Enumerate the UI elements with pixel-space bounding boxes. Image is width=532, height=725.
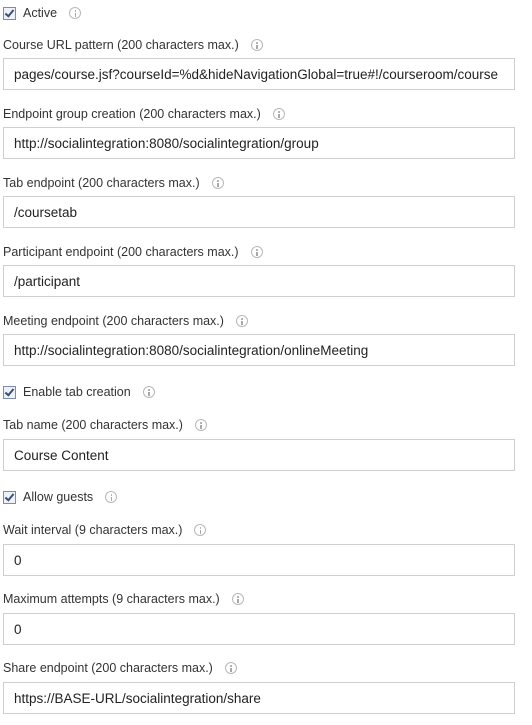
enable-tab-creation-info-icon[interactable]	[142, 386, 155, 398]
endpoint-group-creation-label: Endpoint group creation (200 characters …	[3, 107, 261, 121]
tab-endpoint-row: Tab endpoint (200 characters max.)	[3, 174, 224, 192]
share-endpoint-input[interactable]	[3, 682, 515, 714]
participant-endpoint-row: Participant endpoint (200 characters max…	[3, 243, 263, 261]
participant-endpoint-info-icon[interactable]	[250, 246, 263, 258]
course-url-pattern-label: Course URL pattern (200 characters max.)	[3, 38, 239, 52]
allow-guests-row: Allow guests	[3, 488, 118, 506]
participant-endpoint-label: Participant endpoint (200 characters max…	[3, 245, 239, 259]
share-endpoint-label: Share endpoint (200 characters max.)	[3, 661, 213, 675]
wait-interval-info-icon[interactable]	[194, 524, 207, 536]
wait-interval-label: Wait interval (9 characters max.)	[3, 523, 183, 537]
tab-endpoint-input[interactable]	[3, 196, 515, 228]
meeting-endpoint-info-icon[interactable]	[235, 315, 248, 327]
tab-name-input[interactable]	[3, 439, 515, 471]
maximum-attempts-input[interactable]	[3, 613, 515, 645]
course-url-pattern-input[interactable]	[3, 58, 515, 90]
maximum-attempts-info-icon[interactable]	[231, 593, 244, 605]
wait-interval-input[interactable]	[3, 544, 515, 576]
endpoint-group-creation-row: Endpoint group creation (200 characters …	[3, 105, 285, 123]
course-url-pattern-row: Course URL pattern (200 characters max.)	[3, 36, 263, 54]
course-url-pattern-info-icon[interactable]	[250, 39, 263, 51]
active-row: Active	[3, 4, 82, 22]
active-checkbox[interactable]	[3, 6, 16, 20]
active-info-icon[interactable]	[69, 7, 82, 19]
tab-endpoint-info-icon[interactable]	[211, 177, 224, 189]
allow-guests-label[interactable]: Allow guests	[23, 490, 93, 504]
active-label[interactable]: Active	[23, 6, 57, 20]
wait-interval-row: Wait interval (9 characters max.)	[3, 521, 207, 539]
meeting-endpoint-input[interactable]	[3, 334, 515, 366]
allow-guests-info-icon[interactable]	[105, 491, 118, 503]
enable-tab-creation-checkbox[interactable]	[3, 385, 16, 399]
endpoint-group-creation-info-icon[interactable]	[272, 108, 285, 120]
tab-name-info-icon[interactable]	[194, 419, 207, 431]
share-endpoint-info-icon[interactable]	[224, 662, 237, 674]
participant-endpoint-input[interactable]	[3, 265, 515, 297]
tab-name-row: Tab name (200 characters max.)	[3, 416, 207, 434]
maximum-attempts-label: Maximum attempts (9 characters max.)	[3, 592, 220, 606]
meeting-endpoint-label: Meeting endpoint (200 characters max.)	[3, 314, 224, 328]
enable-tab-creation-label[interactable]: Enable tab creation	[23, 385, 131, 399]
endpoint-group-creation-input[interactable]	[3, 127, 515, 159]
tab-name-label: Tab name (200 characters max.)	[3, 418, 183, 432]
allow-guests-checkbox[interactable]	[3, 490, 16, 504]
meeting-endpoint-row: Meeting endpoint (200 characters max.)	[3, 312, 248, 330]
share-endpoint-row: Share endpoint (200 characters max.)	[3, 659, 237, 677]
maximum-attempts-row: Maximum attempts (9 characters max.)	[3, 590, 244, 608]
tab-endpoint-label: Tab endpoint (200 characters max.)	[3, 176, 200, 190]
enable-tab-creation-row: Enable tab creation	[3, 383, 155, 401]
